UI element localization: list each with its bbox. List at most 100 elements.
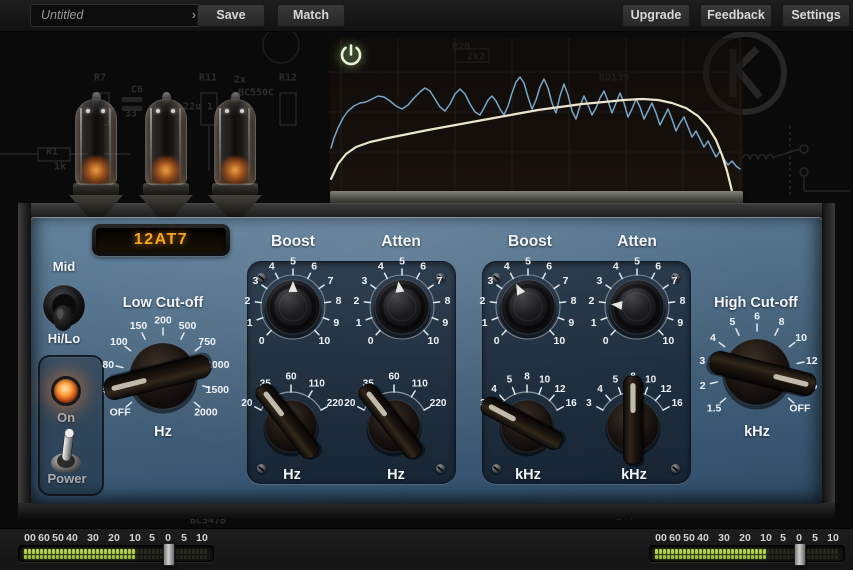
meter-scale-label: 10 xyxy=(196,532,208,544)
match-button[interactable]: Match xyxy=(277,4,345,27)
svg-text:3: 3 xyxy=(487,275,493,287)
led-column xyxy=(88,549,91,561)
tube-type-display[interactable]: 12AT7 xyxy=(92,224,230,256)
led-column xyxy=(112,549,115,561)
svg-text:OFF: OFF xyxy=(789,402,811,414)
svg-text:4: 4 xyxy=(710,332,716,344)
svg-text:60: 60 xyxy=(285,371,297,382)
led-column xyxy=(655,549,658,561)
led-column xyxy=(815,549,818,561)
led-column xyxy=(783,549,786,561)
power-switch[interactable] xyxy=(44,422,88,481)
led-column xyxy=(204,549,207,561)
svg-text:9: 9 xyxy=(333,317,339,329)
svg-text:4: 4 xyxy=(269,261,275,273)
high-cutoff-frequency-knob[interactable]: 1.5234568101215OFF xyxy=(685,300,829,449)
preset-name: Untitled xyxy=(41,5,83,26)
meter-scale-label: 50 xyxy=(683,532,695,544)
led-column xyxy=(679,549,682,561)
svg-text:9: 9 xyxy=(442,317,448,329)
led-column xyxy=(156,549,159,561)
svg-text:1: 1 xyxy=(482,317,488,329)
svg-text:20: 20 xyxy=(241,398,253,409)
svg-text:7: 7 xyxy=(563,275,569,287)
svg-text:10: 10 xyxy=(428,335,440,347)
svg-text:5: 5 xyxy=(525,255,531,267)
led-column xyxy=(743,549,746,561)
meter-gain-slider[interactable] xyxy=(163,543,175,566)
svg-text:2: 2 xyxy=(700,380,706,392)
svg-text:3: 3 xyxy=(596,275,602,287)
settings-button[interactable]: Settings xyxy=(782,4,850,27)
chevron-right-icon: › xyxy=(192,5,196,26)
high-atten-knob[interactable]: 012345678910 xyxy=(575,245,699,374)
led-column xyxy=(60,549,63,561)
svg-text:5: 5 xyxy=(634,255,640,267)
led-column xyxy=(140,549,143,561)
svg-text:6: 6 xyxy=(420,261,426,273)
led-column xyxy=(132,549,135,561)
save-button[interactable]: Save xyxy=(197,4,265,27)
svg-text:6: 6 xyxy=(311,261,317,273)
svg-text:0: 0 xyxy=(603,335,609,347)
meter-gain-slider[interactable] xyxy=(794,543,806,566)
meter-scale-label: 20 xyxy=(739,532,751,544)
svg-text:6: 6 xyxy=(655,261,661,273)
svg-text:80: 80 xyxy=(102,359,114,371)
low-boost-knob[interactable]: 012345678910 xyxy=(231,245,355,374)
plugin-toolbar: Untitled › Save Match Upgrade Feedback S… xyxy=(0,0,853,32)
led-column xyxy=(683,549,686,561)
svg-text:0: 0 xyxy=(368,335,374,347)
preset-selector[interactable]: Untitled › xyxy=(30,4,205,27)
led-column xyxy=(667,549,670,561)
led-column xyxy=(104,549,107,561)
led-column xyxy=(819,549,822,561)
led-meter xyxy=(18,545,214,562)
svg-text:6: 6 xyxy=(754,310,760,322)
feedback-button[interactable]: Feedback xyxy=(700,4,772,27)
led-column xyxy=(663,549,666,561)
svg-text:60: 60 xyxy=(388,371,400,382)
svg-text:0: 0 xyxy=(259,335,265,347)
led-column xyxy=(811,549,814,561)
led-column xyxy=(28,549,31,561)
led-column xyxy=(32,549,35,561)
led-column xyxy=(763,549,766,561)
svg-text:4: 4 xyxy=(491,384,497,395)
svg-text:12: 12 xyxy=(806,355,818,367)
led-column xyxy=(771,549,774,561)
svg-text:10: 10 xyxy=(663,335,675,347)
high-boost-knob[interactable]: 012345678910 xyxy=(466,245,590,374)
meter-scale: 0060504030201050510 xyxy=(641,532,853,545)
low-atten-frequency-selector[interactable]: 203560110220 xyxy=(328,360,460,497)
svg-text:5: 5 xyxy=(730,316,736,328)
svg-text:1: 1 xyxy=(247,317,253,329)
meter-scale-label: 10 xyxy=(129,532,141,544)
led-column xyxy=(36,549,39,561)
led-column xyxy=(767,549,770,561)
upgrade-button[interactable]: Upgrade xyxy=(622,4,690,27)
svg-text:16: 16 xyxy=(672,398,684,409)
meter-scale-label: 10 xyxy=(827,532,839,544)
svg-text:220: 220 xyxy=(430,398,447,409)
svg-text:10: 10 xyxy=(539,375,551,386)
mid-hilo-toggle[interactable] xyxy=(40,284,88,339)
svg-text:500: 500 xyxy=(179,320,197,332)
svg-text:OFF: OFF xyxy=(110,406,132,418)
low-atten-knob[interactable]: 012345678910 xyxy=(340,245,464,374)
meter-scale-label: 50 xyxy=(52,532,64,544)
led-column xyxy=(747,549,750,561)
low-cutoff-frequency-knob[interactable]: OFF5080100150200500750100015002000 xyxy=(91,304,235,453)
high-atten-frequency-selector[interactable]: 3458101216 xyxy=(567,360,699,497)
led-column xyxy=(715,549,718,561)
led-column xyxy=(80,549,83,561)
led-column xyxy=(40,549,43,561)
mid-label: Mid xyxy=(53,259,75,274)
svg-text:150: 150 xyxy=(130,320,148,332)
svg-text:1: 1 xyxy=(591,317,597,329)
led-column xyxy=(200,549,203,561)
led-column xyxy=(687,549,690,561)
led-column xyxy=(152,549,155,561)
svg-text:8: 8 xyxy=(779,316,785,328)
led-column xyxy=(116,549,119,561)
